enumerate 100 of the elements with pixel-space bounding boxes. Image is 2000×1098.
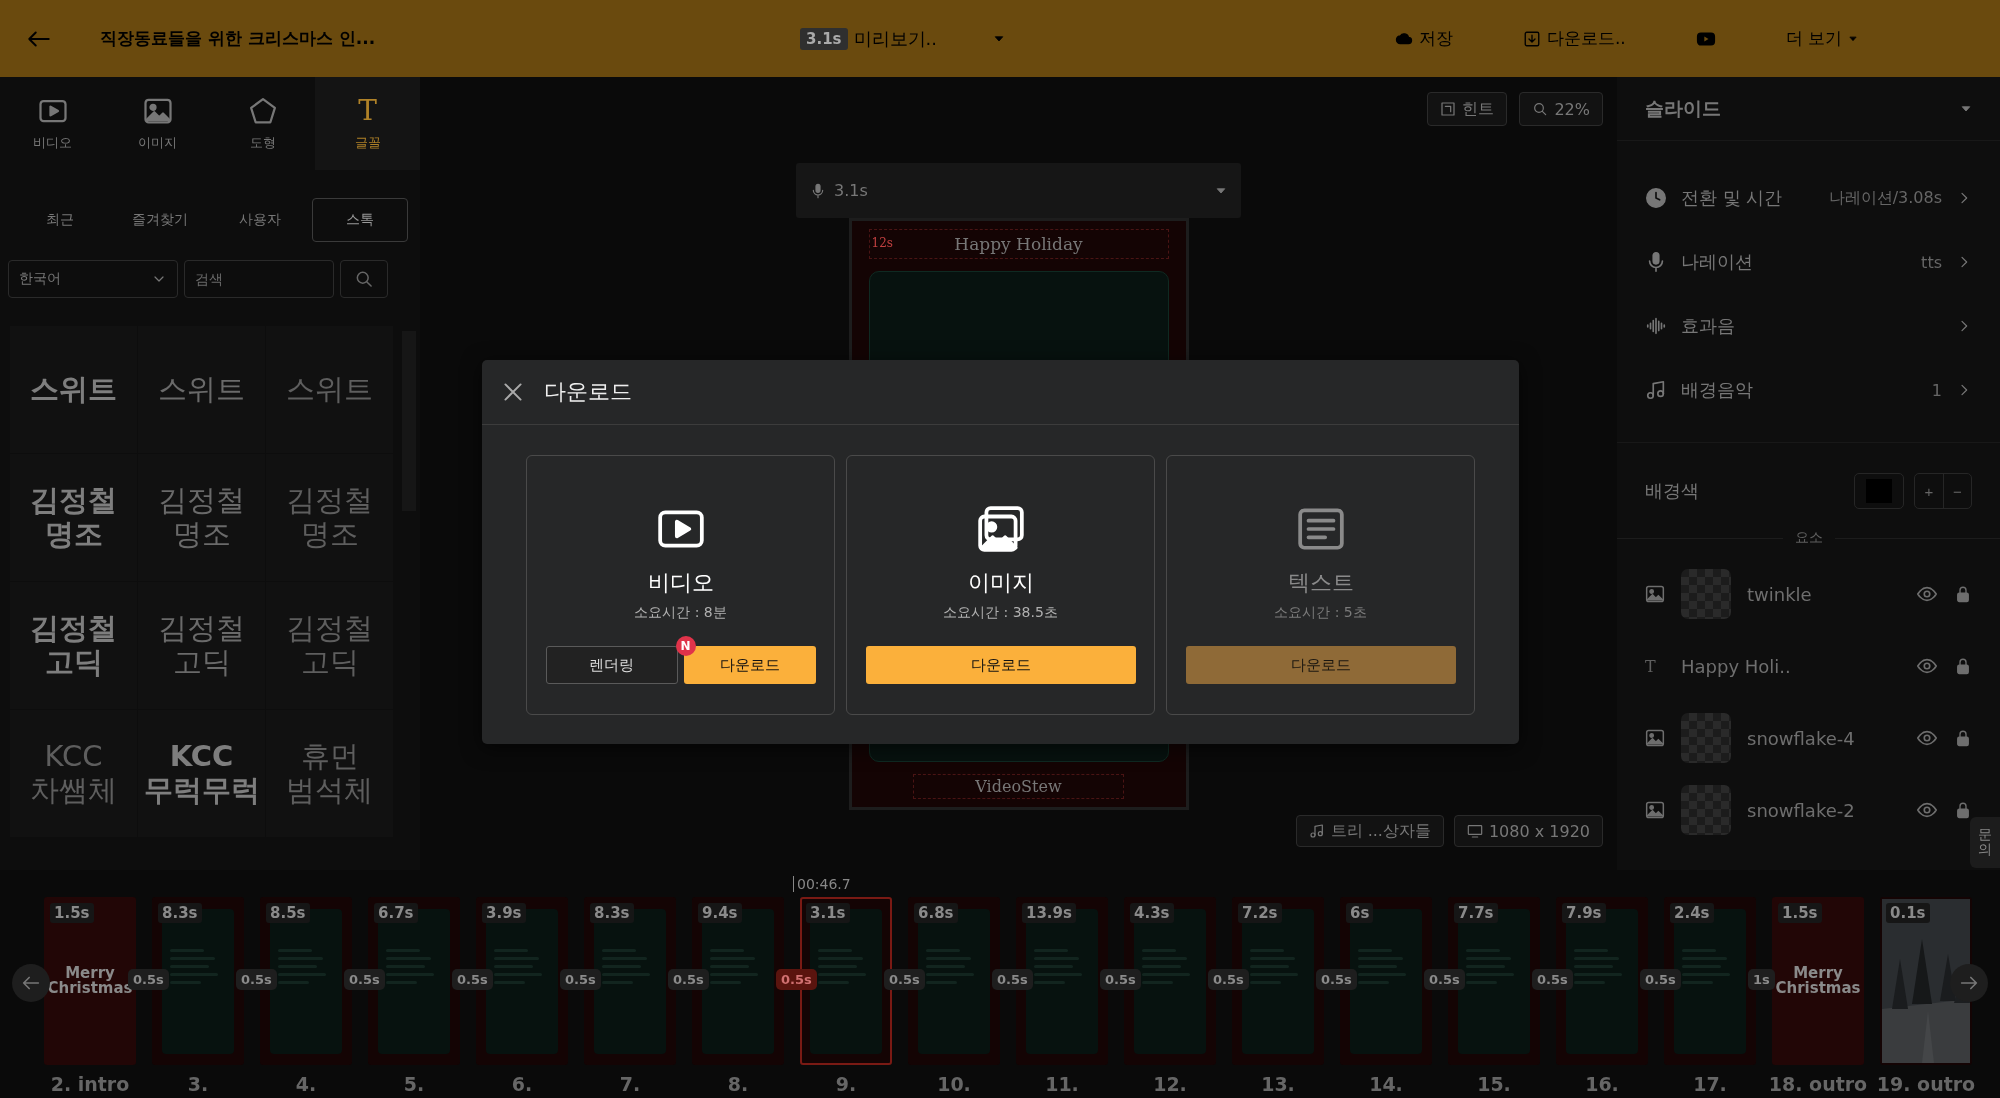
font-tile[interactable]: 김정철 고딕: [266, 582, 393, 709]
slide-label: 5.: [403, 1073, 425, 1095]
transition-badge[interactable]: 0.5s: [1316, 969, 1357, 990]
remove-button[interactable]: −: [1943, 474, 1971, 508]
slide-footer: VideoStew: [913, 774, 1124, 799]
color-swatch[interactable]: [1854, 473, 1904, 509]
font-tile[interactable]: 스위트: [266, 326, 393, 453]
hint-button[interactable]: 힌트: [1427, 92, 1508, 126]
preview-button[interactable]: 3.1s 미리보기..: [800, 26, 937, 51]
settings-row[interactable]: 전환 및 시간 나레이션/3.08s: [1645, 166, 1972, 230]
save-button[interactable]: 저장: [1394, 27, 1453, 50]
slide-label: 2. intro: [50, 1073, 130, 1095]
duration-badge: 9.4s: [698, 903, 742, 923]
category-tab[interactable]: 최근: [12, 198, 108, 242]
slide-thumbnail[interactable]: 1.5s Merry Christmas: [1772, 897, 1864, 1065]
element-row[interactable]: twinkle: [1645, 569, 1972, 619]
transition-badge[interactable]: 0.5s: [992, 969, 1033, 990]
sound-wave-icon: [1645, 315, 1667, 337]
duration-badge: 8.5s: [266, 903, 310, 923]
search-icon: [1532, 101, 1549, 117]
contact-tab[interactable]: 문의: [1970, 817, 2000, 868]
duration-estimate: 소요시간 : 38.5초: [943, 604, 1058, 622]
font-tile[interactable]: 김정철 명조: [266, 454, 393, 581]
section-heading: 요소: [1794, 529, 1823, 547]
panel-tab[interactable]: 비디오: [0, 77, 105, 170]
category-tab[interactable]: 사용자: [212, 198, 308, 242]
font-tile[interactable]: 휴먼 범석체: [266, 710, 393, 837]
transition-badge[interactable]: 0.5s: [1424, 969, 1465, 990]
font-tile[interactable]: 김정철 명조: [138, 454, 265, 581]
transition-badge[interactable]: 0.5s: [668, 969, 709, 990]
scroll-right-button[interactable]: [1950, 964, 1988, 1002]
transition-badge[interactable]: 0.5s: [236, 969, 277, 990]
category-tab[interactable]: 즐겨찾기: [112, 198, 208, 242]
font-tile[interactable]: 김정철 명조: [10, 454, 137, 581]
images-icon: [975, 504, 1026, 554]
duration-badge: 1.5s: [50, 903, 94, 923]
category-tab[interactable]: 스톡: [312, 198, 408, 242]
font-tile[interactable]: 김정철 고딕: [10, 582, 137, 709]
slide-timer: 12s: [871, 236, 893, 250]
background-color-label: 배경색: [1645, 479, 1700, 503]
transition-badge[interactable]: 0.5s: [560, 969, 601, 990]
image-icon: [1645, 728, 1665, 748]
transition-badge[interactable]: 0.5s: [884, 969, 925, 990]
duration-badge: 1.5s: [1778, 903, 1822, 923]
slide-thumbnail[interactable]: 0.1s: [1880, 897, 1972, 1065]
option-title: 이미지: [967, 569, 1034, 597]
search-button[interactable]: [340, 260, 388, 298]
render-button[interactable]: 렌더링: [545, 646, 678, 684]
transition-badge[interactable]: 1s: [1748, 969, 1775, 990]
text-icon: T: [1645, 656, 1665, 676]
font-tile[interactable]: 스위트: [10, 326, 137, 453]
preview-label: 미리보기..: [853, 26, 937, 51]
panel-tab[interactable]: 도형: [210, 77, 315, 170]
font-tile[interactable]: 스위트: [138, 326, 265, 453]
music-button[interactable]: 트리 ...상자들: [1295, 815, 1444, 847]
font-tile[interactable]: KCC 차쌤체: [10, 710, 137, 837]
download-button[interactable]: 다운로드: [865, 646, 1136, 684]
element-row[interactable]: T Happy Holi..: [1645, 641, 1972, 691]
download-button[interactable]: 다운로드..: [1522, 27, 1626, 50]
duration-badge: 0.1s: [1886, 903, 1930, 923]
font-icon: T: [358, 95, 377, 126]
font-tile[interactable]: KCC 무럭무럭: [138, 710, 265, 837]
font-tile[interactable]: 김정철 고딕: [138, 582, 265, 709]
element-row[interactable]: snowflake-2: [1645, 785, 1972, 835]
element-row[interactable]: snowflake-4: [1645, 713, 1972, 763]
add-button[interactable]: +: [1915, 474, 1943, 508]
more-menu[interactable]: 더 보기: [1785, 27, 1859, 50]
transition-badge[interactable]: 0.5s: [1100, 969, 1141, 990]
image-icon: [1645, 800, 1665, 820]
narration-bar[interactable]: 3.1s: [796, 163, 1241, 218]
transparent-thumbnail: [1681, 713, 1731, 763]
narration-duration: 3.1s: [834, 181, 869, 200]
dialog-title: 다운로드: [544, 378, 632, 406]
transition-badge[interactable]: 0.5s: [1640, 969, 1681, 990]
settings-row[interactable]: 효과음: [1645, 294, 1972, 358]
slide-label: 16.: [1585, 1073, 1619, 1095]
search-icon: [354, 269, 374, 289]
duration-badge: 2.4s: [1670, 903, 1714, 923]
microphone-icon: [810, 182, 826, 199]
scroll-left-button[interactable]: [12, 964, 50, 1002]
transparent-thumbnail: [1681, 785, 1731, 835]
panel-tab[interactable]: T 글꼴: [315, 77, 420, 170]
option-title: 비디오: [647, 569, 714, 597]
slide-label: 6.: [511, 1073, 533, 1095]
slide-label: 18. outro: [1768, 1073, 1868, 1095]
transition-badge[interactable]: 0.5s: [1532, 969, 1573, 990]
resolution-button[interactable]: 1080 x 1920: [1453, 815, 1603, 847]
settings-row[interactable]: 배경음악 1: [1645, 358, 1972, 422]
search-field[interactable]: 검색: [184, 260, 334, 298]
panel-tab[interactable]: 이미지: [105, 77, 210, 170]
transition-badge[interactable]: 0.5s: [452, 969, 493, 990]
zoom-button[interactable]: 22%: [1519, 92, 1603, 126]
slide-label: 7.: [619, 1073, 641, 1095]
language-dropdown[interactable]: 한국어: [8, 260, 178, 298]
slide-text: Merry Christmas: [1774, 966, 1862, 996]
transition-badge[interactable]: 0.5s: [344, 969, 385, 990]
settings-row[interactable]: 나레이션 tts: [1645, 230, 1972, 294]
transition-badge[interactable]: 0.5s: [1208, 969, 1249, 990]
transition-badge[interactable]: 0.5s: [776, 969, 817, 990]
duration-badge: 4.3s: [1130, 903, 1174, 923]
